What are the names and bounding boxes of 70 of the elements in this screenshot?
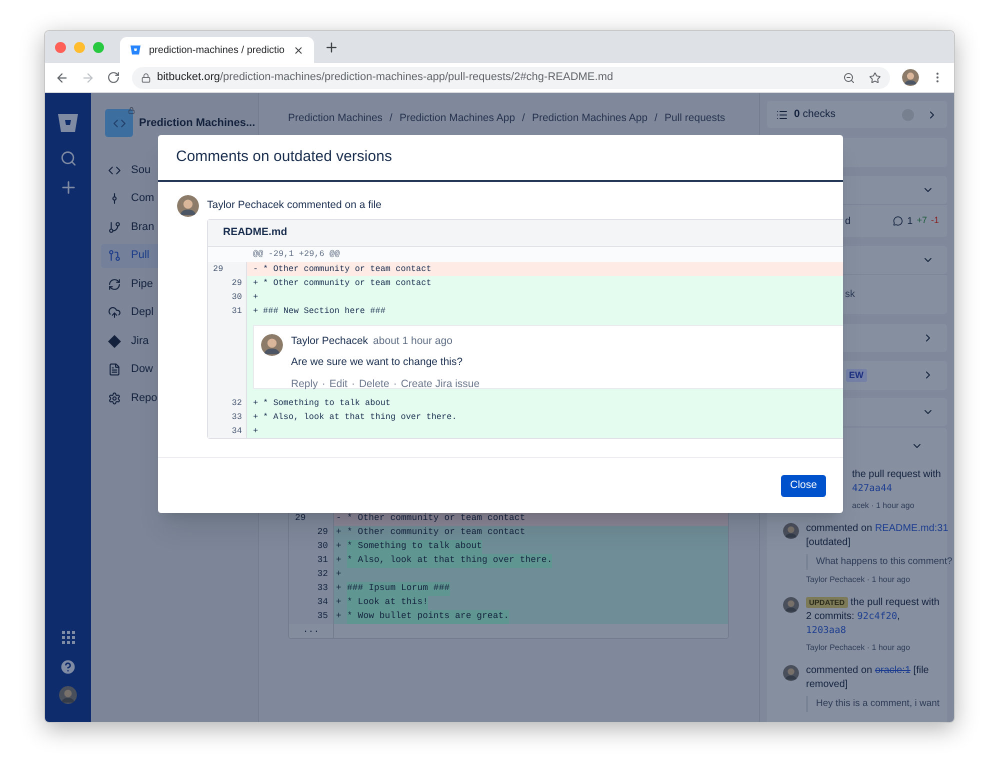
code-line: * Something to talk about — [263, 396, 391, 410]
code-line: * Other community or team contact — [347, 512, 526, 525]
diff-marker: - — [336, 512, 342, 525]
line-number: 31 — [230, 304, 242, 318]
line-number: 32 — [316, 568, 328, 581]
line-number: 32 — [230, 396, 242, 410]
diff-marker: + — [253, 396, 260, 410]
file-name: d — [845, 214, 851, 229]
diff-marker: + — [336, 582, 342, 595]
activity-meta: Taylor Pechacek · 1 hour ago — [806, 642, 912, 654]
activity-meta: Taylor Pechacek · 1 hour ago — [806, 574, 912, 586]
code-line: * Other community or team contact — [263, 276, 432, 290]
file-name: README.md — [223, 225, 288, 240]
line-number: 29 — [212, 262, 224, 276]
diff-marker: + — [336, 596, 342, 609]
breadcrumb-separator: / — [390, 111, 392, 126]
activity-text: the pull request with — [849, 596, 940, 608]
comment-time: about 1 hour ago — [373, 334, 452, 349]
checks-count: 0 checks — [794, 106, 836, 122]
hunk-header: @@ -29,1 +29,6 @@ — [252, 248, 340, 261]
diff-marker: - — [253, 262, 260, 276]
comment-quote: Hey this is a comment, i want — [806, 696, 940, 712]
line-number: 34 — [230, 424, 242, 438]
line-number: 33 — [316, 582, 328, 595]
breadcrumb-separator: / — [522, 111, 525, 126]
diff-marker: + — [336, 610, 342, 623]
diff-marker: + — [253, 424, 260, 438]
action-separator: · — [351, 376, 355, 392]
line-number: 29 — [230, 276, 242, 290]
diff-marker: + — [253, 410, 260, 424]
activity-meta: acek · 1 hour ago — [852, 500, 916, 512]
diff-marker: + — [336, 540, 342, 553]
code-line: * Other community or team contact — [347, 526, 526, 539]
code-line: * Also, look at that thing over there. — [263, 410, 457, 424]
activity-text: the pull request with — [852, 468, 941, 480]
comment-count: 1 — [907, 214, 913, 229]
removed-count: -1 — [930, 214, 939, 228]
activity-text: , — [897, 610, 900, 622]
code-line: * Other community or team contact — [263, 262, 432, 276]
activity-text: 2 commits: — [806, 610, 856, 622]
activity-text: [outdated] — [806, 536, 850, 548]
action-separator: · — [393, 376, 397, 392]
diff-marker: + — [336, 554, 342, 567]
diff-marker: + — [253, 304, 260, 318]
diff-marker: + — [253, 276, 260, 290]
line-number: 30 — [316, 540, 328, 553]
line-number: 29 — [316, 526, 328, 539]
status-badge: EW — [846, 368, 866, 382]
comment-quote: What happens to this comment? — [806, 554, 952, 570]
diff-marker: + — [253, 290, 260, 304]
activity-text: commented on — [806, 522, 874, 534]
line-number: 34 — [316, 596, 328, 609]
comment-body: Are we sure we want to change this? — [291, 354, 464, 370]
line-number: 33 — [230, 410, 242, 424]
activity-text: commented on — [806, 664, 874, 676]
line-number: 29 — [294, 512, 307, 525]
added-count: +7 — [916, 214, 927, 228]
line-number: 31 — [316, 554, 328, 567]
code-line: ### New Section here ### — [263, 304, 386, 318]
action-separator: · — [322, 376, 326, 392]
breadcrumb-separator: / — [654, 111, 658, 126]
url-text: bitbucket.org/prediction-machines/prediction-machines-app/pull-requests/2#chg-README.md — [157, 70, 614, 86]
diff-marker: + — [336, 526, 342, 539]
activity-text: removed] — [806, 678, 848, 690]
line-number: 35 — [316, 610, 328, 623]
diff-marker: + — [336, 568, 342, 581]
comment-header: Taylor Pechacek commented on a file — [207, 198, 382, 214]
activity-text: [file — [912, 664, 929, 676]
line-number: 30 — [230, 290, 242, 304]
modal-title: Comments on outdated versions — [176, 147, 392, 168]
